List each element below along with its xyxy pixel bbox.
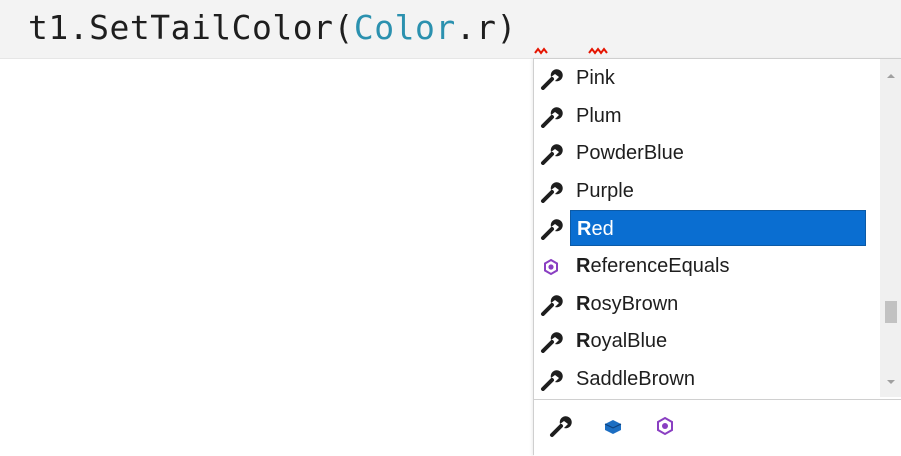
completion-item-text: Plum bbox=[576, 104, 622, 127]
filter-properties-button[interactable] bbox=[546, 414, 576, 442]
completion-item-label: SaddleBrown bbox=[570, 361, 695, 397]
completion-item-text: eferenceEquals bbox=[590, 255, 730, 277]
match-highlight: R bbox=[577, 218, 592, 241]
wrench-icon bbox=[534, 134, 570, 172]
filter-methods-button[interactable] bbox=[650, 414, 680, 442]
match-highlight: R bbox=[576, 330, 591, 353]
completion-item-text: ed bbox=[591, 218, 614, 241]
completion-filter-bar bbox=[534, 399, 901, 456]
completion-item[interactable]: ReferenceEquals bbox=[534, 247, 878, 285]
completion-item-label: RosyBrown bbox=[570, 286, 678, 322]
wrench-icon bbox=[534, 360, 570, 398]
filter-classes-button[interactable] bbox=[598, 414, 628, 442]
code-editor-line[interactable]: t1.SetTailColor(Color.r) bbox=[0, 0, 901, 59]
method-icon bbox=[534, 247, 570, 285]
class-icon bbox=[604, 420, 622, 434]
completion-item-label: Purple bbox=[570, 173, 634, 209]
method-icon bbox=[657, 416, 673, 436]
code-type-token: Color bbox=[353, 8, 456, 47]
completion-item[interactable]: Purple bbox=[534, 172, 878, 210]
scrollbar-thumb[interactable] bbox=[885, 301, 897, 323]
code-text[interactable]: t1.SetTailColor(Color.r) bbox=[28, 6, 517, 50]
code-plain: t1.SetTailColor( bbox=[28, 8, 354, 47]
completion-scrollbar[interactable] bbox=[880, 59, 901, 397]
completion-item-text: PowderBlue bbox=[576, 142, 684, 165]
completion-item[interactable]: RoyalBlue bbox=[534, 322, 878, 360]
intellisense-popup: Pink Plum PowderBlue Purple Red ReferenceEqua… bbox=[533, 58, 901, 456]
wrench-icon bbox=[534, 172, 570, 210]
completion-item[interactable]: Red bbox=[534, 209, 878, 247]
wrench-icon bbox=[534, 285, 570, 323]
completion-item-label: Pink bbox=[570, 60, 615, 96]
error-squiggle bbox=[534, 47, 608, 55]
match-highlight: R bbox=[576, 255, 591, 277]
match-highlight: R bbox=[576, 292, 591, 315]
completion-item-text: osyBrown bbox=[590, 292, 679, 315]
wrench-icon bbox=[534, 209, 570, 247]
wrench-icon bbox=[534, 322, 570, 360]
completion-item-text: SaddleBrown bbox=[576, 367, 695, 390]
completion-item[interactable]: Plum bbox=[534, 97, 878, 135]
completion-item-text: oyalBlue bbox=[590, 330, 668, 353]
completion-list: Pink Plum PowderBlue Purple Red ReferenceEqua… bbox=[534, 59, 878, 399]
scroll-down-arrow-icon[interactable] bbox=[880, 371, 901, 393]
completion-item-text: Purple bbox=[576, 179, 634, 202]
completion-item-label: RoyalBlue bbox=[570, 323, 667, 359]
completion-item-label: PowderBlue bbox=[570, 135, 684, 171]
completion-item[interactable]: PowderBlue bbox=[534, 134, 878, 172]
completion-item-label: ReferenceEquals bbox=[570, 248, 729, 284]
wrench-icon bbox=[534, 97, 570, 135]
completion-item[interactable]: RosyBrown bbox=[534, 285, 878, 323]
wrench-icon bbox=[534, 59, 570, 97]
code-rest: .r) bbox=[455, 8, 517, 47]
completion-item[interactable]: SaddleBrown bbox=[534, 360, 878, 398]
completion-item[interactable]: Pink bbox=[534, 59, 878, 97]
completion-item-text: Pink bbox=[576, 67, 615, 89]
wrench-icon bbox=[550, 416, 572, 437]
completion-item-label: Red bbox=[570, 210, 866, 247]
scroll-up-arrow-icon[interactable] bbox=[880, 65, 901, 87]
completion-item-label: Plum bbox=[570, 98, 622, 134]
